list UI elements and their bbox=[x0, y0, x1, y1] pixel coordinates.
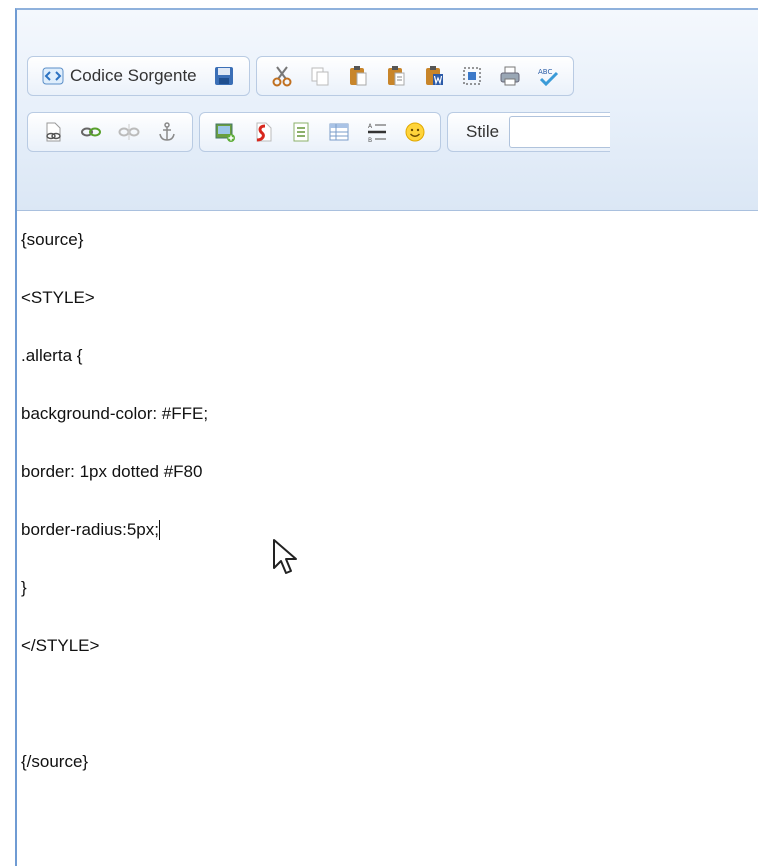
svg-text:ABC: ABC bbox=[538, 68, 552, 76]
unlink-icon bbox=[118, 124, 140, 140]
cut-icon bbox=[272, 66, 292, 87]
style-label: Stile bbox=[466, 122, 500, 141]
link-icon bbox=[46, 122, 61, 142]
save-button[interactable] bbox=[208, 60, 240, 92]
unlink-button[interactable] bbox=[113, 116, 145, 148]
editor-toolbar: Codice Sorgente ABC A B Stile bbox=[17, 10, 758, 211]
spellcheck-icon: ABC bbox=[538, 68, 558, 87]
content-line: background-color: #FFE; bbox=[21, 404, 209, 423]
image-button[interactable] bbox=[209, 116, 241, 148]
toolbar-group-links bbox=[27, 112, 193, 152]
toolbar-group-style: Stile bbox=[447, 112, 611, 152]
editor-content[interactable]: {source} <STYLE> .allerta { background-c… bbox=[21, 230, 758, 810]
copy-icon bbox=[311, 67, 329, 86]
content-line: </STYLE> bbox=[21, 636, 100, 655]
content-line: <STYLE> bbox=[21, 288, 95, 307]
toolbar-row-2: A B Stile bbox=[27, 112, 611, 152]
select-all-button[interactable] bbox=[456, 60, 488, 92]
source-icon bbox=[42, 67, 64, 85]
save-icon bbox=[214, 67, 233, 85]
anchor-button[interactable] bbox=[151, 116, 183, 148]
toolbar-group-clipboard: ABC bbox=[255, 56, 574, 96]
chain-link-button[interactable] bbox=[75, 116, 107, 148]
source-button-label: Codice Sorgente bbox=[70, 66, 197, 85]
anchor-icon bbox=[159, 122, 175, 141]
content-line: {source} bbox=[21, 230, 84, 249]
content-line: {/source} bbox=[21, 752, 89, 771]
print-button[interactable] bbox=[494, 60, 526, 92]
table-icon bbox=[329, 123, 349, 141]
toolbar-row-1: Codice Sorgente ABC bbox=[27, 56, 580, 96]
horizontal-rule-button[interactable]: A B bbox=[361, 116, 393, 148]
text-caret bbox=[158, 520, 160, 540]
content-line: } bbox=[21, 578, 27, 597]
flash-icon bbox=[256, 122, 272, 142]
chain-link-icon bbox=[81, 127, 101, 137]
template-icon bbox=[293, 122, 309, 142]
paste-icon bbox=[349, 66, 367, 86]
template-button[interactable] bbox=[285, 116, 317, 148]
content-line bbox=[21, 694, 758, 714]
content-line-current: border-radius:5px; bbox=[21, 520, 758, 540]
style-dropdown[interactable] bbox=[509, 116, 611, 148]
smiley-icon bbox=[405, 122, 425, 142]
cut-button[interactable] bbox=[266, 60, 298, 92]
html-editor: Codice Sorgente ABC A B Stile {source} <… bbox=[15, 8, 758, 866]
paste-button[interactable] bbox=[342, 60, 374, 92]
copy-button[interactable] bbox=[304, 60, 336, 92]
link-button[interactable] bbox=[37, 116, 69, 148]
paste-text-button[interactable] bbox=[380, 60, 412, 92]
table-button[interactable] bbox=[323, 116, 355, 148]
mouse-pointer-icon bbox=[273, 539, 297, 574]
toolbar-group-document: Codice Sorgente bbox=[27, 56, 250, 96]
content-line-text: border-radius:5px; bbox=[21, 520, 159, 539]
svg-text:B: B bbox=[368, 137, 372, 143]
content-line: .allerta { bbox=[21, 346, 83, 365]
paste-word-button[interactable] bbox=[418, 60, 450, 92]
flash-button[interactable] bbox=[247, 116, 279, 148]
source-button[interactable]: Codice Sorgente bbox=[37, 60, 202, 92]
paste-text-icon bbox=[387, 66, 405, 86]
print-icon bbox=[500, 66, 520, 86]
horizontal-rule-icon: A B bbox=[368, 123, 386, 143]
smiley-button[interactable] bbox=[399, 116, 431, 148]
spellcheck-button[interactable]: ABC bbox=[532, 60, 564, 92]
toolbar-group-insert: A B bbox=[199, 112, 441, 152]
content-line: border: 1px dotted #F80 bbox=[21, 462, 203, 481]
svg-text:A: A bbox=[368, 123, 373, 130]
image-icon bbox=[215, 123, 235, 142]
select-all-icon bbox=[463, 67, 481, 85]
paste-word-icon bbox=[425, 66, 443, 86]
